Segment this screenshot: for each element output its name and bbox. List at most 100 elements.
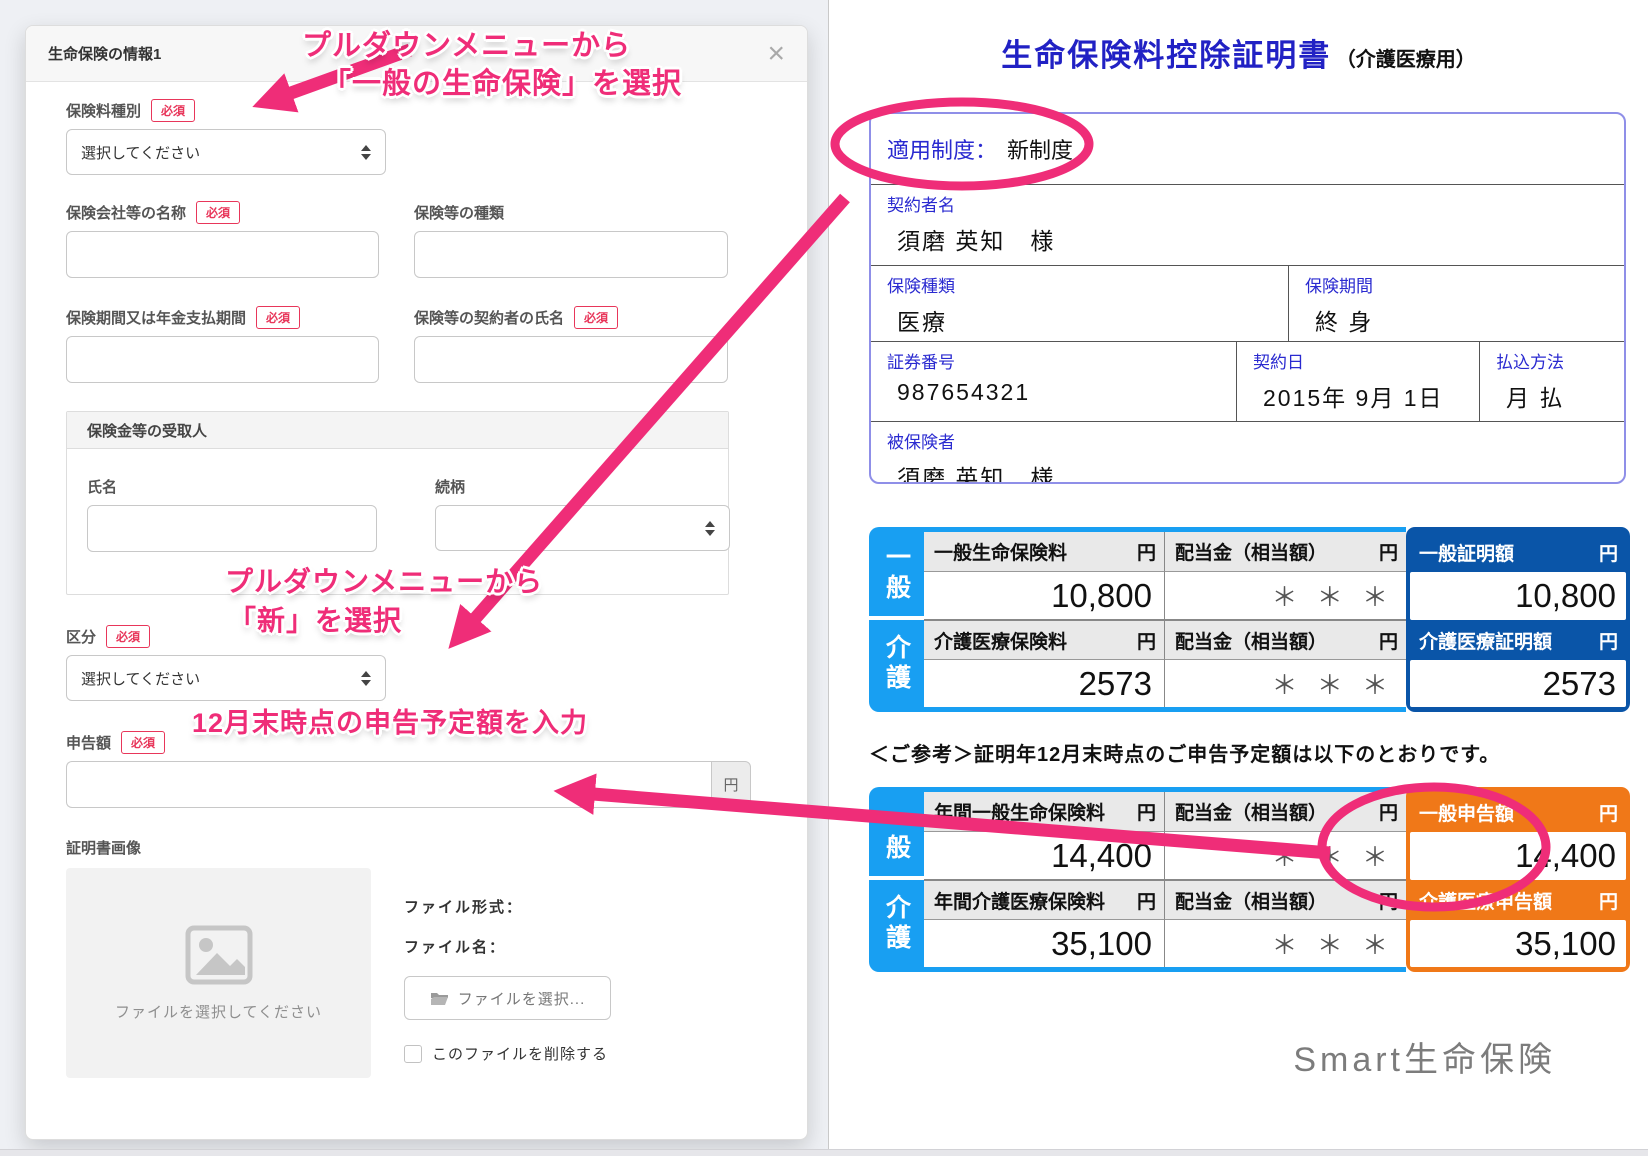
contract-date-label: 契約日 bbox=[1237, 342, 1479, 373]
dialog-header: 生命保険の情報1 × bbox=[26, 26, 807, 82]
period-label: 保険期間又は年金支払期間 bbox=[66, 307, 246, 328]
table2-r1-premium-header: 年間一般生命保険料 bbox=[934, 798, 1105, 825]
file-format-label: ファイル形式： bbox=[404, 896, 611, 917]
close-icon[interactable]: × bbox=[767, 39, 785, 69]
table1-certified-general-value: 10,800 bbox=[1410, 572, 1626, 620]
company-label: 保険会社等の名称 bbox=[66, 202, 186, 223]
amount-input-group: 円 bbox=[66, 761, 751, 808]
table1-side-kaigo: 介護 bbox=[869, 620, 924, 707]
company-input[interactable] bbox=[66, 231, 379, 278]
image-placeholder-icon bbox=[185, 925, 253, 985]
kubun-label-row: 区分 必須 bbox=[66, 625, 767, 647]
table1-r2-premium-header: 介護医療保険料 bbox=[934, 627, 1067, 654]
policy-number-label: 証券番号 bbox=[871, 342, 1236, 373]
yen-unit: 円 bbox=[1599, 539, 1618, 566]
certificate-title: 生命保険料控除証明書 bbox=[1001, 38, 1331, 73]
period-input[interactable] bbox=[66, 336, 379, 383]
select-caret-icon bbox=[361, 145, 371, 160]
table2-r1-dividend-header: 配当金（相当額） bbox=[1175, 798, 1327, 825]
payment-method-value: 月 払 bbox=[1480, 373, 1624, 413]
table1-r1-dividend-header: 配当金（相当額） bbox=[1175, 538, 1327, 565]
table1-r2-dividend-value: ＊ ＊ ＊ bbox=[1164, 660, 1406, 707]
certificate-image-label: 証明書画像 bbox=[66, 836, 767, 858]
yen-unit: 円 bbox=[1599, 627, 1618, 654]
insurance-kind-label-row: 保険等の種類 bbox=[414, 201, 728, 223]
file-dropzone[interactable]: ファイルを選択してください bbox=[66, 868, 371, 1078]
smart-insurance-logo: Smart生命保険 bbox=[1293, 1032, 1556, 1081]
yen-unit: 円 bbox=[1379, 538, 1398, 565]
table1-certified-general-header: 一般証明額 bbox=[1419, 539, 1514, 566]
period-label-row: 保険期間又は年金支払期間 必須 bbox=[66, 306, 379, 328]
recipient-name-input[interactable] bbox=[87, 505, 377, 552]
required-badge: 必須 bbox=[196, 201, 240, 224]
declared-amount-table: 一般 介護 年間一般生命保険料 円 配当金（相当額） 円 14,400 ＊ ＊ … bbox=[869, 787, 1630, 972]
insured-label: 被保険者 bbox=[871, 422, 1624, 453]
premium-type-select[interactable]: 選択してください bbox=[66, 129, 386, 175]
contract-date-value: 2015年 9月 1日 bbox=[1237, 373, 1479, 413]
table1-r1-dividend-value: ＊ ＊ ＊ bbox=[1164, 572, 1406, 620]
recipient-name-label: 氏名 bbox=[87, 475, 377, 497]
cert-contractor-label: 契約者名 bbox=[871, 185, 1624, 216]
applied-system-value: 新制度 bbox=[1007, 133, 1073, 165]
policy-row: 証券番号 987654321 契約日 2015年 9月 1日 払込方法 月 払 bbox=[871, 342, 1624, 422]
table1-r2-premium-value: 2573 bbox=[924, 660, 1164, 707]
company-label-row: 保険会社等の名称 必須 bbox=[66, 201, 379, 223]
kubun-select[interactable]: 選択してください bbox=[66, 655, 386, 701]
certificate-info-box: 適用制度： 新制度 契約者名 須磨 英知 様 保険種類 医療 保険期間 終 身 … bbox=[869, 112, 1626, 484]
relation-label: 続柄 bbox=[435, 475, 730, 497]
amount-label: 申告額 bbox=[66, 732, 111, 753]
table2-r2-premium-value: 35,100 bbox=[924, 920, 1164, 967]
required-badge: 必須 bbox=[106, 625, 150, 648]
contractor-input[interactable] bbox=[414, 336, 728, 383]
premium-type-label-row: 保険料種別 必須 bbox=[66, 99, 767, 121]
contractor-row: 契約者名 須磨 英知 様 bbox=[871, 185, 1624, 266]
premium-type-select-value: 選択してください bbox=[81, 142, 200, 163]
select-caret-icon bbox=[705, 521, 715, 536]
insurance-kind-input[interactable] bbox=[414, 231, 728, 278]
table2-declared-general-value: 14,400 bbox=[1410, 832, 1626, 880]
kubun-select-value: 選択してください bbox=[81, 668, 200, 689]
table1-r1-premium-header: 一般生命保険料 bbox=[934, 538, 1067, 565]
certificate-document: 生命保険料控除証明書 （介護医療用） 適用制度： 新制度 契約者名 須磨 英知 … bbox=[828, 0, 1648, 1156]
table2-side-kaigo: 介護 bbox=[869, 880, 924, 967]
amount-label-row: 申告額 必須 bbox=[66, 731, 767, 753]
table2-declared-kaigo-header: 介護医療申告額 bbox=[1419, 887, 1552, 914]
cert-contractor-value: 須磨 英知 様 bbox=[871, 216, 1624, 256]
file-placeholder-text: ファイルを選択してください bbox=[115, 1001, 322, 1022]
table1-certified-kaigo-header: 介護医療証明額 bbox=[1419, 627, 1552, 654]
table1-side-general: 一般 bbox=[869, 532, 924, 620]
delete-file-checkbox[interactable] bbox=[404, 1045, 422, 1063]
select-caret-icon bbox=[361, 671, 371, 686]
insurance-type-label: 保険種類 bbox=[871, 266, 1288, 297]
amount-input[interactable] bbox=[66, 761, 711, 808]
folder-icon bbox=[430, 991, 449, 1006]
kubun-label: 区分 bbox=[66, 626, 96, 647]
certified-amount-table: 一般 介護 一般生命保険料 円 配当金（相当額） 円 10,800 ＊ ＊ ＊ … bbox=[869, 527, 1630, 712]
required-badge: 必須 bbox=[121, 731, 165, 754]
premium-type-label: 保険料種別 bbox=[66, 100, 141, 121]
table2-r2-dividend-header: 配当金（相当額） bbox=[1175, 887, 1327, 914]
contractor-label-row: 保険等の契約者の氏名 必須 bbox=[414, 306, 728, 328]
table2-r2-dividend-value: ＊ ＊ ＊ bbox=[1164, 920, 1406, 967]
required-badge: 必須 bbox=[574, 306, 618, 329]
insurance-info-dialog: 生命保険の情報1 × 保険料種別 必須 選択してください 保険会社等の名称 必須… bbox=[25, 25, 808, 1140]
certificate-title-row: 生命保険料控除証明書 （介護医療用） bbox=[829, 30, 1648, 75]
insurance-period-label: 保険期間 bbox=[1289, 266, 1624, 297]
file-name-label: ファイル名： bbox=[404, 936, 611, 957]
yen-unit: 円 bbox=[1379, 798, 1398, 825]
relation-select[interactable] bbox=[435, 505, 730, 551]
payment-method-label: 払込方法 bbox=[1480, 342, 1624, 373]
table1-certified-kaigo-value: 2573 bbox=[1410, 660, 1626, 707]
bottom-divider bbox=[0, 1149, 1648, 1156]
required-badge: 必須 bbox=[151, 99, 195, 122]
yen-unit: 円 bbox=[1599, 799, 1618, 826]
file-select-button[interactable]: ファイルを選択... bbox=[404, 976, 611, 1020]
table2-r2-premium-header: 年間介護医療保険料 bbox=[934, 887, 1105, 914]
delete-file-checkbox-label: このファイルを削除する bbox=[432, 1043, 608, 1064]
table2-r1-premium-value: 14,400 bbox=[924, 832, 1164, 880]
insurance-type-value: 医療 bbox=[871, 297, 1288, 337]
yen-unit: 円 bbox=[1137, 798, 1156, 825]
table1-r1-premium-value: 10,800 bbox=[924, 572, 1164, 620]
required-badge: 必須 bbox=[256, 306, 300, 329]
dialog-body: 保険料種別 必須 選択してください 保険会社等の名称 必須 保険等の種類 bbox=[26, 99, 807, 1078]
